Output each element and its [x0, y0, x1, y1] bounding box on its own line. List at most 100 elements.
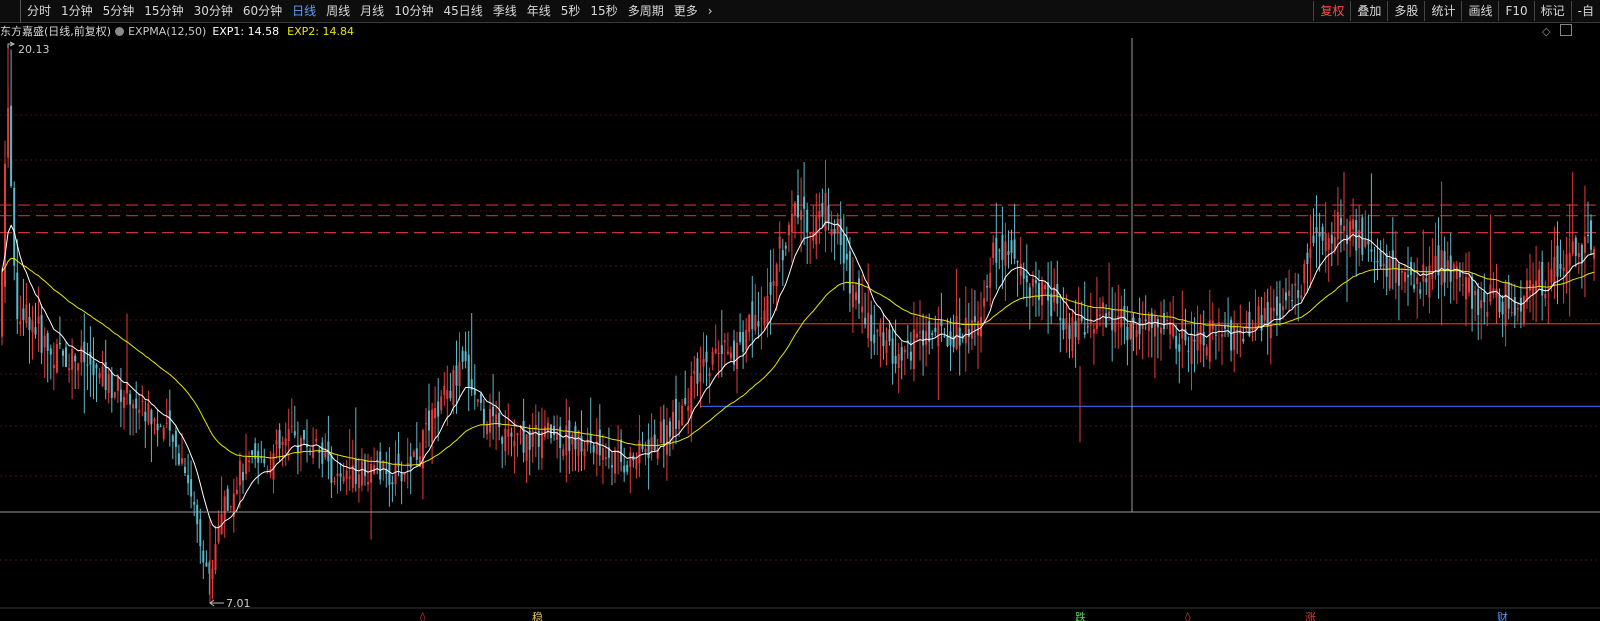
chevron-right-icon[interactable]: ›: [703, 0, 718, 22]
candle-body: [31, 320, 34, 332]
candle-body: [659, 421, 662, 443]
candle-body: [251, 450, 254, 455]
period-tab[interactable]: 季线: [488, 0, 522, 22]
candle-body: [504, 428, 507, 452]
candle-body: [1480, 300, 1483, 309]
candle-body: [1175, 335, 1178, 349]
candle-body: [833, 229, 836, 234]
candle-body: [879, 323, 882, 337]
kline-chart[interactable]: 20.13 7.01 ◊ 稳 跌 ◊ 涨 财: [0, 22, 1600, 621]
period-tab[interactable]: 周线: [321, 0, 355, 22]
candle-body: [983, 298, 986, 307]
candle-body: [672, 411, 674, 437]
candle-body: [431, 409, 434, 443]
tool-button[interactable]: -自: [1570, 1, 1600, 21]
period-tab[interactable]: 分时: [20, 0, 56, 22]
candle-body: [101, 366, 104, 387]
candle-body: [211, 568, 214, 580]
candle-body: [1590, 220, 1592, 250]
candle-body: [681, 405, 684, 426]
candle-body: [1397, 264, 1400, 286]
tool-button[interactable]: 复权: [1313, 1, 1350, 21]
candle-body: [1071, 317, 1074, 352]
period-tab[interactable]: 15分钟: [139, 0, 188, 22]
candle-body: [678, 420, 681, 429]
candle-body: [800, 210, 803, 220]
period-tab[interactable]: 更多: [669, 0, 703, 22]
candle-body: [937, 322, 940, 347]
candle-body: [22, 308, 25, 321]
event-marker: 涨: [1305, 611, 1316, 621]
candle-body: [702, 358, 705, 367]
period-tab[interactable]: 多周期: [623, 0, 669, 22]
candle-body: [1010, 240, 1013, 253]
period-tab[interactable]: 5分钟: [98, 0, 140, 22]
candle-body: [1126, 326, 1129, 341]
candle-body: [598, 429, 601, 456]
candle-body: [1190, 333, 1193, 365]
period-tab[interactable]: 年线: [522, 0, 556, 22]
candle-body: [290, 425, 293, 427]
candle-body: [28, 317, 31, 330]
period-tab[interactable]: 1分钟: [56, 0, 98, 22]
chart-tools: 复权 叠加 多股 统计 画线 F10 标记 -自: [1313, 0, 1600, 22]
period-toolbar: 分时 1分钟 5分钟 15分钟 30分钟 60分钟 日线 周线 月线 10分钟 45日线 季线 年线 5秒…: [0, 0, 1600, 23]
candle-body: [772, 280, 775, 286]
candle-body: [821, 203, 824, 217]
candle-body: [827, 205, 830, 224]
candle-body: [1532, 284, 1535, 295]
candle-body: [1550, 269, 1553, 283]
period-tab[interactable]: 60分钟: [238, 0, 287, 22]
candle-body: [909, 351, 912, 361]
tool-button[interactable]: F10: [1498, 1, 1533, 21]
candle-body: [553, 425, 556, 435]
period-tab[interactable]: 日线: [287, 0, 321, 22]
tool-button[interactable]: 画线: [1461, 1, 1498, 21]
period-tab[interactable]: 45日线: [438, 0, 487, 22]
candle-body: [1501, 302, 1504, 315]
candle-body: [287, 429, 290, 441]
candle-body: [86, 364, 89, 366]
tool-button[interactable]: 标记: [1533, 1, 1571, 21]
candle-body: [665, 425, 668, 455]
candle-body: [775, 264, 778, 287]
high-arrow-icon: [7, 41, 16, 48]
period-tab[interactable]: 5秒: [556, 0, 586, 22]
tool-button[interactable]: 叠加: [1350, 1, 1387, 21]
candle-body: [513, 440, 516, 447]
candle-body: [437, 401, 440, 417]
candle-body: [1330, 234, 1333, 244]
candle-body: [1272, 307, 1275, 312]
period-tab[interactable]: 30分钟: [189, 0, 238, 22]
candle-body: [1504, 283, 1507, 326]
period-tab[interactable]: 月线: [355, 0, 389, 22]
candle-body: [751, 301, 754, 330]
candle-body: [467, 354, 470, 388]
candle-body: [684, 398, 687, 405]
candle-body: [522, 421, 525, 453]
period-tab[interactable]: 10分钟: [389, 0, 438, 22]
exp2-line: [1, 257, 1595, 466]
candle-body: [1108, 311, 1111, 316]
candle-body: [1031, 278, 1034, 287]
candle-body: [321, 442, 324, 464]
candle-body: [34, 327, 37, 335]
candle-body: [766, 295, 769, 324]
candle-body: [376, 459, 379, 461]
candle-body: [391, 482, 394, 485]
candle-body: [629, 452, 632, 467]
candle-body: [1233, 324, 1236, 350]
candle-body: [177, 453, 180, 465]
candle-body: [903, 349, 906, 353]
candle-body: [705, 351, 708, 363]
candle-body: [489, 408, 491, 433]
candle-body: [1474, 291, 1477, 296]
tool-button[interactable]: 统计: [1424, 1, 1461, 21]
tool-button[interactable]: 多股: [1387, 1, 1424, 21]
candle-body: [74, 355, 77, 362]
candle-body: [1516, 308, 1519, 310]
candle-body: [1513, 297, 1516, 316]
period-tab[interactable]: 15秒: [585, 0, 622, 22]
candle-body: [1394, 258, 1397, 283]
candle-body: [299, 437, 302, 452]
